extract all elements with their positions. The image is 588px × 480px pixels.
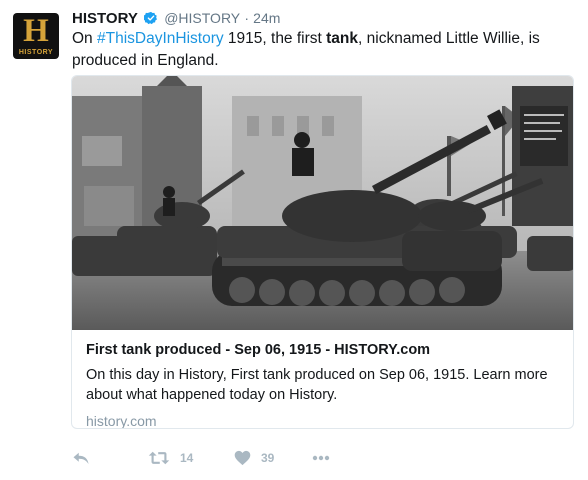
reply-icon <box>73 452 89 464</box>
card-image[interactable] <box>72 76 574 330</box>
more-button[interactable] <box>312 447 330 469</box>
tweet-text: On #ThisDayInHistory 1915, the first tan… <box>72 28 578 72</box>
timestamp[interactable]: 24m <box>253 10 280 26</box>
card-body[interactable]: First tank produced - Sep 06, 1915 - HIS… <box>86 340 561 428</box>
avatar[interactable]: H HISTORY <box>13 13 59 59</box>
more-icon <box>312 455 330 461</box>
avatar-logo-label: HISTORY <box>18 49 54 56</box>
tweet-text-part: On <box>72 30 97 47</box>
link-card[interactable]: First tank produced - Sep 06, 1915 - HIS… <box>71 75 574 429</box>
reply-button[interactable] <box>72 447 90 469</box>
tweet-text-bold: tank <box>326 30 359 47</box>
author-handle[interactable]: @HISTORY <box>164 10 240 26</box>
retweet-count: 14 <box>180 451 194 465</box>
avatar-logo-letter: H <box>23 13 49 49</box>
card-domain[interactable]: history.com <box>86 411 561 428</box>
retweet-icon <box>148 451 170 465</box>
verified-icon <box>144 11 157 25</box>
card-description: On this day in History, First tank produ… <box>86 367 548 403</box>
separator-dot: · <box>244 10 249 26</box>
tweet-header: HISTORY @HISTORY · 24m <box>72 8 280 29</box>
like-icon <box>234 450 251 466</box>
author-name[interactable]: HISTORY <box>72 10 138 27</box>
like-count: 39 <box>261 451 275 465</box>
hashtag-link[interactable]: #ThisDayInHistory <box>97 30 224 47</box>
retweet-button[interactable]: 14 <box>148 447 193 469</box>
tweet-text-part: 1915, the first <box>223 30 327 47</box>
card-title[interactable]: First tank produced - Sep 06, 1915 - HIS… <box>86 340 561 360</box>
like-button[interactable]: 39 <box>234 447 274 469</box>
